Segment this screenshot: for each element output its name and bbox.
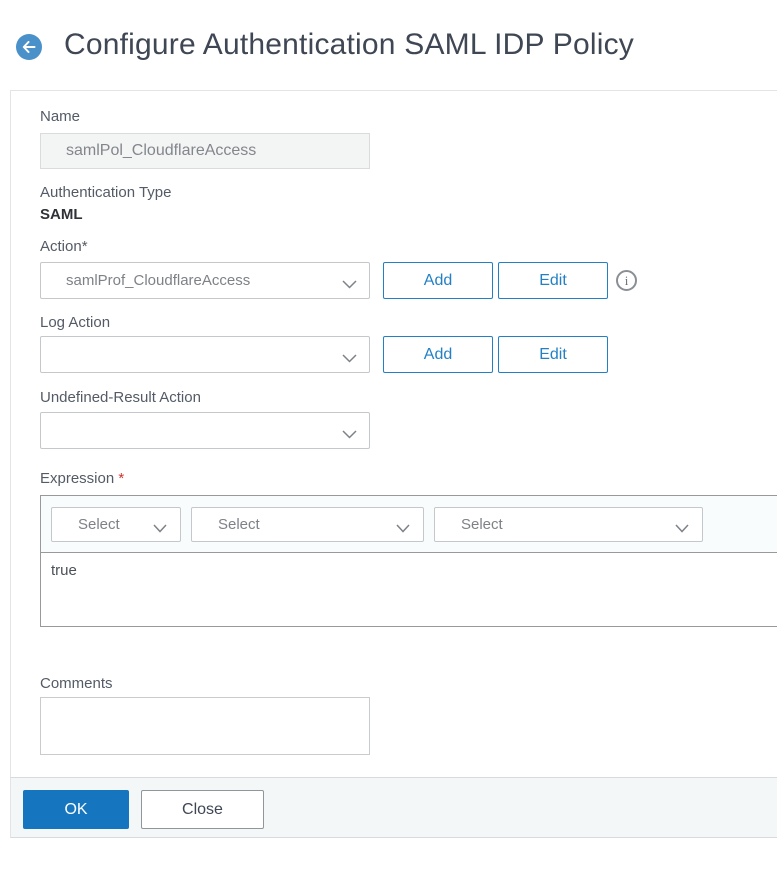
back-arrow-icon (22, 41, 36, 53)
authentication-type-value: SAML (40, 206, 83, 223)
footer-bar: OK Close (10, 777, 777, 838)
comments-label: Comments (40, 675, 113, 692)
info-icon-glyph: i (624, 272, 629, 288)
log-action-add-button[interactable]: Add (383, 336, 493, 373)
action-add-button[interactable]: Add (383, 262, 493, 299)
expression-operand-select-3[interactable]: Select (434, 507, 703, 542)
expression-label: Expression * (40, 470, 124, 487)
undefined-result-action-label: Undefined-Result Action (40, 389, 201, 406)
comments-textarea[interactable] (40, 697, 370, 755)
action-select[interactable]: samlProf_CloudflareAccess (40, 262, 370, 299)
info-icon[interactable]: i (616, 270, 637, 291)
back-button[interactable] (16, 34, 42, 60)
page-title: Configure Authentication SAML IDP Policy (64, 28, 634, 61)
expression-operand-select-1-value: Select (78, 516, 120, 533)
expression-operand-select-2[interactable]: Select (191, 507, 424, 542)
expression-toolbar: Select Select Select (41, 496, 777, 553)
name-label: Name (40, 108, 81, 125)
chevron-down-icon (153, 520, 167, 538)
action-edit-button[interactable]: Edit (498, 262, 608, 299)
ok-button[interactable]: OK (23, 790, 129, 829)
action-select-value: samlProf_CloudflareAccess (66, 272, 251, 289)
chevron-down-icon (675, 520, 689, 538)
chevron-down-icon (396, 520, 410, 538)
authentication-type-label: Authentication Type (40, 184, 172, 201)
close-button[interactable]: Close (141, 790, 264, 829)
required-asterisk: * (118, 470, 125, 487)
expression-label-text: Expression (40, 470, 115, 487)
name-input: samlPol_CloudflareAccess (40, 133, 370, 169)
chevron-down-icon (342, 426, 357, 444)
expression-operand-select-1[interactable]: Select (51, 507, 181, 542)
chevron-down-icon (342, 276, 357, 294)
log-action-select[interactable] (40, 336, 370, 373)
undefined-result-action-select[interactable] (40, 412, 370, 449)
log-action-edit-button[interactable]: Edit (498, 336, 608, 373)
expression-operand-select-3-value: Select (461, 516, 503, 533)
action-label: Action* (40, 238, 88, 255)
page: Configure Authentication SAML IDP Policy… (0, 0, 777, 877)
expression-operand-select-2-value: Select (218, 516, 260, 533)
chevron-down-icon (342, 350, 357, 368)
expression-builder: Select Select Select true (40, 495, 777, 627)
expression-textarea[interactable]: true (41, 554, 777, 627)
log-action-label: Log Action (40, 314, 111, 331)
